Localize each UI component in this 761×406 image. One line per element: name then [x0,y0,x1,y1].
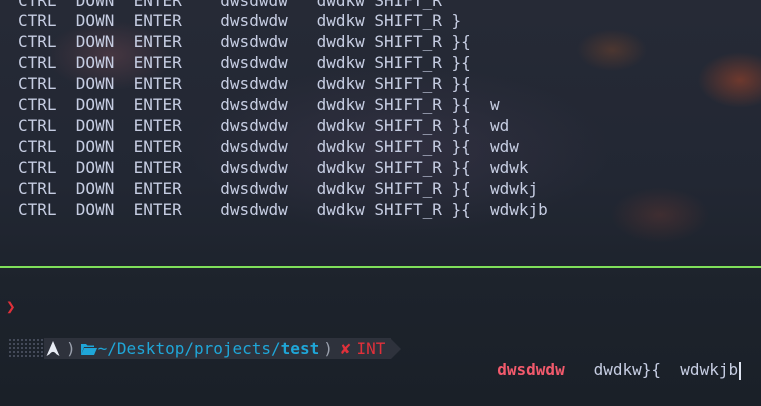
command-args: dwdkw}{ wdwkjb [564,360,739,379]
exit-status-text: INT [356,339,386,358]
output-line: CTRL DOWN ENTER dwsdwdw dwdkw SHIFT_R }{… [18,137,519,156]
folder-open-icon [80,338,98,359]
prompt-dots-decoration [8,338,44,359]
text-cursor [739,361,742,380]
output-line: CTRL DOWN ENTER dwsdwdw dwdkw SHIFT_R }{… [18,116,510,135]
output-line: CTRL DOWN ENTER dwsdwdw dwdkw SHIFT_R }{… [18,158,529,177]
command-name: dwsdwdw [497,360,565,379]
output-line: CTRL DOWN ENTER dwsdwdw dwdkw SHIFT_R }{ [18,32,471,51]
path-current: test [280,339,320,358]
output-line: CTRL DOWN ENTER dwsdwdw dwdkw SHIFT_R }{ [18,74,471,93]
prompt-separator: ) [66,339,76,358]
output-line: CTRL DOWN ENTER dwsdwdw dwdkw SHIFT_R }{… [18,179,539,198]
prompt-indicator: ❯ [6,297,16,316]
arch-linux-icon [44,338,62,359]
command-input[interactable]: dwsdwdw dwdkw}{ wdwkjb [478,338,742,380]
output-line: CTRL DOWN ENTER dwsdwdw dwdkw SHIFT_R } [18,11,462,30]
pane-divider[interactable] [0,266,761,268]
prompt-segment: ) ~/Desktop/projects/test ) ✘ INT [44,338,392,359]
output-line: CTRL DOWN ENTER dwsdwdw dwdkw SHIFT_R }{… [18,200,548,219]
output-line: CTRL DOWN ENTER dwsdwdw dwdkw SHIFT_R }{ [18,53,471,72]
path-prefix: ~/Desktop/projects/ [97,339,281,358]
prompt-separator: ) [323,339,333,358]
prompt-arrow-end [391,338,402,359]
output-line: CTRL DOWN ENTER dwsdwdw dwdkw SHIFT_R }{… [18,95,500,114]
prompt-bar: ) ~/Desktop/projects/test ) ✘ INT [8,338,402,359]
error-status-icon: ✘ [340,339,351,358]
